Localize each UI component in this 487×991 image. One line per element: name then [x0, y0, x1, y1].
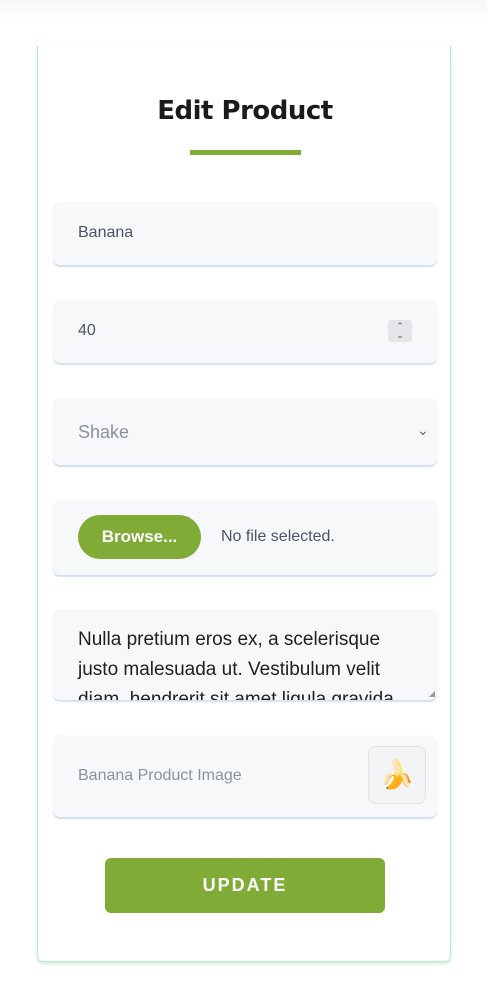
browse-button[interactable]: Browse...: [78, 515, 201, 559]
category-value: Shake: [78, 422, 130, 442]
chevron-down-icon: ⌄: [417, 422, 429, 438]
product-image-label: Banana Product Image: [78, 767, 242, 784]
title-underline: [190, 150, 301, 155]
page-title: Edit Product: [157, 96, 333, 126]
product-name-field[interactable]: Banana: [53, 202, 437, 265]
product-name-value: Banana: [78, 224, 134, 241]
file-status: No file selected.: [221, 528, 335, 545]
description-value: Nulla pretium eros ex, a scelerisque jus…: [78, 629, 400, 700]
product-price-field[interactable]: 40 ⌃ ⌄: [53, 300, 437, 363]
update-button[interactable]: UPDATE: [105, 858, 385, 913]
product-price-value: 40: [78, 322, 96, 339]
banana-icon: 🍌: [368, 746, 426, 804]
edit-product-card: Edit Product Banana 40 ⌃ ⌄ Shake ⌄ Browse…: [37, 46, 451, 962]
resize-handle-icon[interactable]: ◢: [429, 689, 435, 698]
top-bar: [0, 0, 487, 20]
description-textarea[interactable]: Nulla pretium eros ex, a scelerisque jus…: [53, 609, 437, 700]
category-select[interactable]: Shake ⌄: [53, 398, 437, 465]
product-image-field: Banana Product Image 🍌: [53, 735, 437, 817]
file-upload-field: Browse... No file selected.: [53, 500, 437, 575]
stepper-arrows-icon[interactable]: ⌃ ⌄: [388, 320, 412, 342]
